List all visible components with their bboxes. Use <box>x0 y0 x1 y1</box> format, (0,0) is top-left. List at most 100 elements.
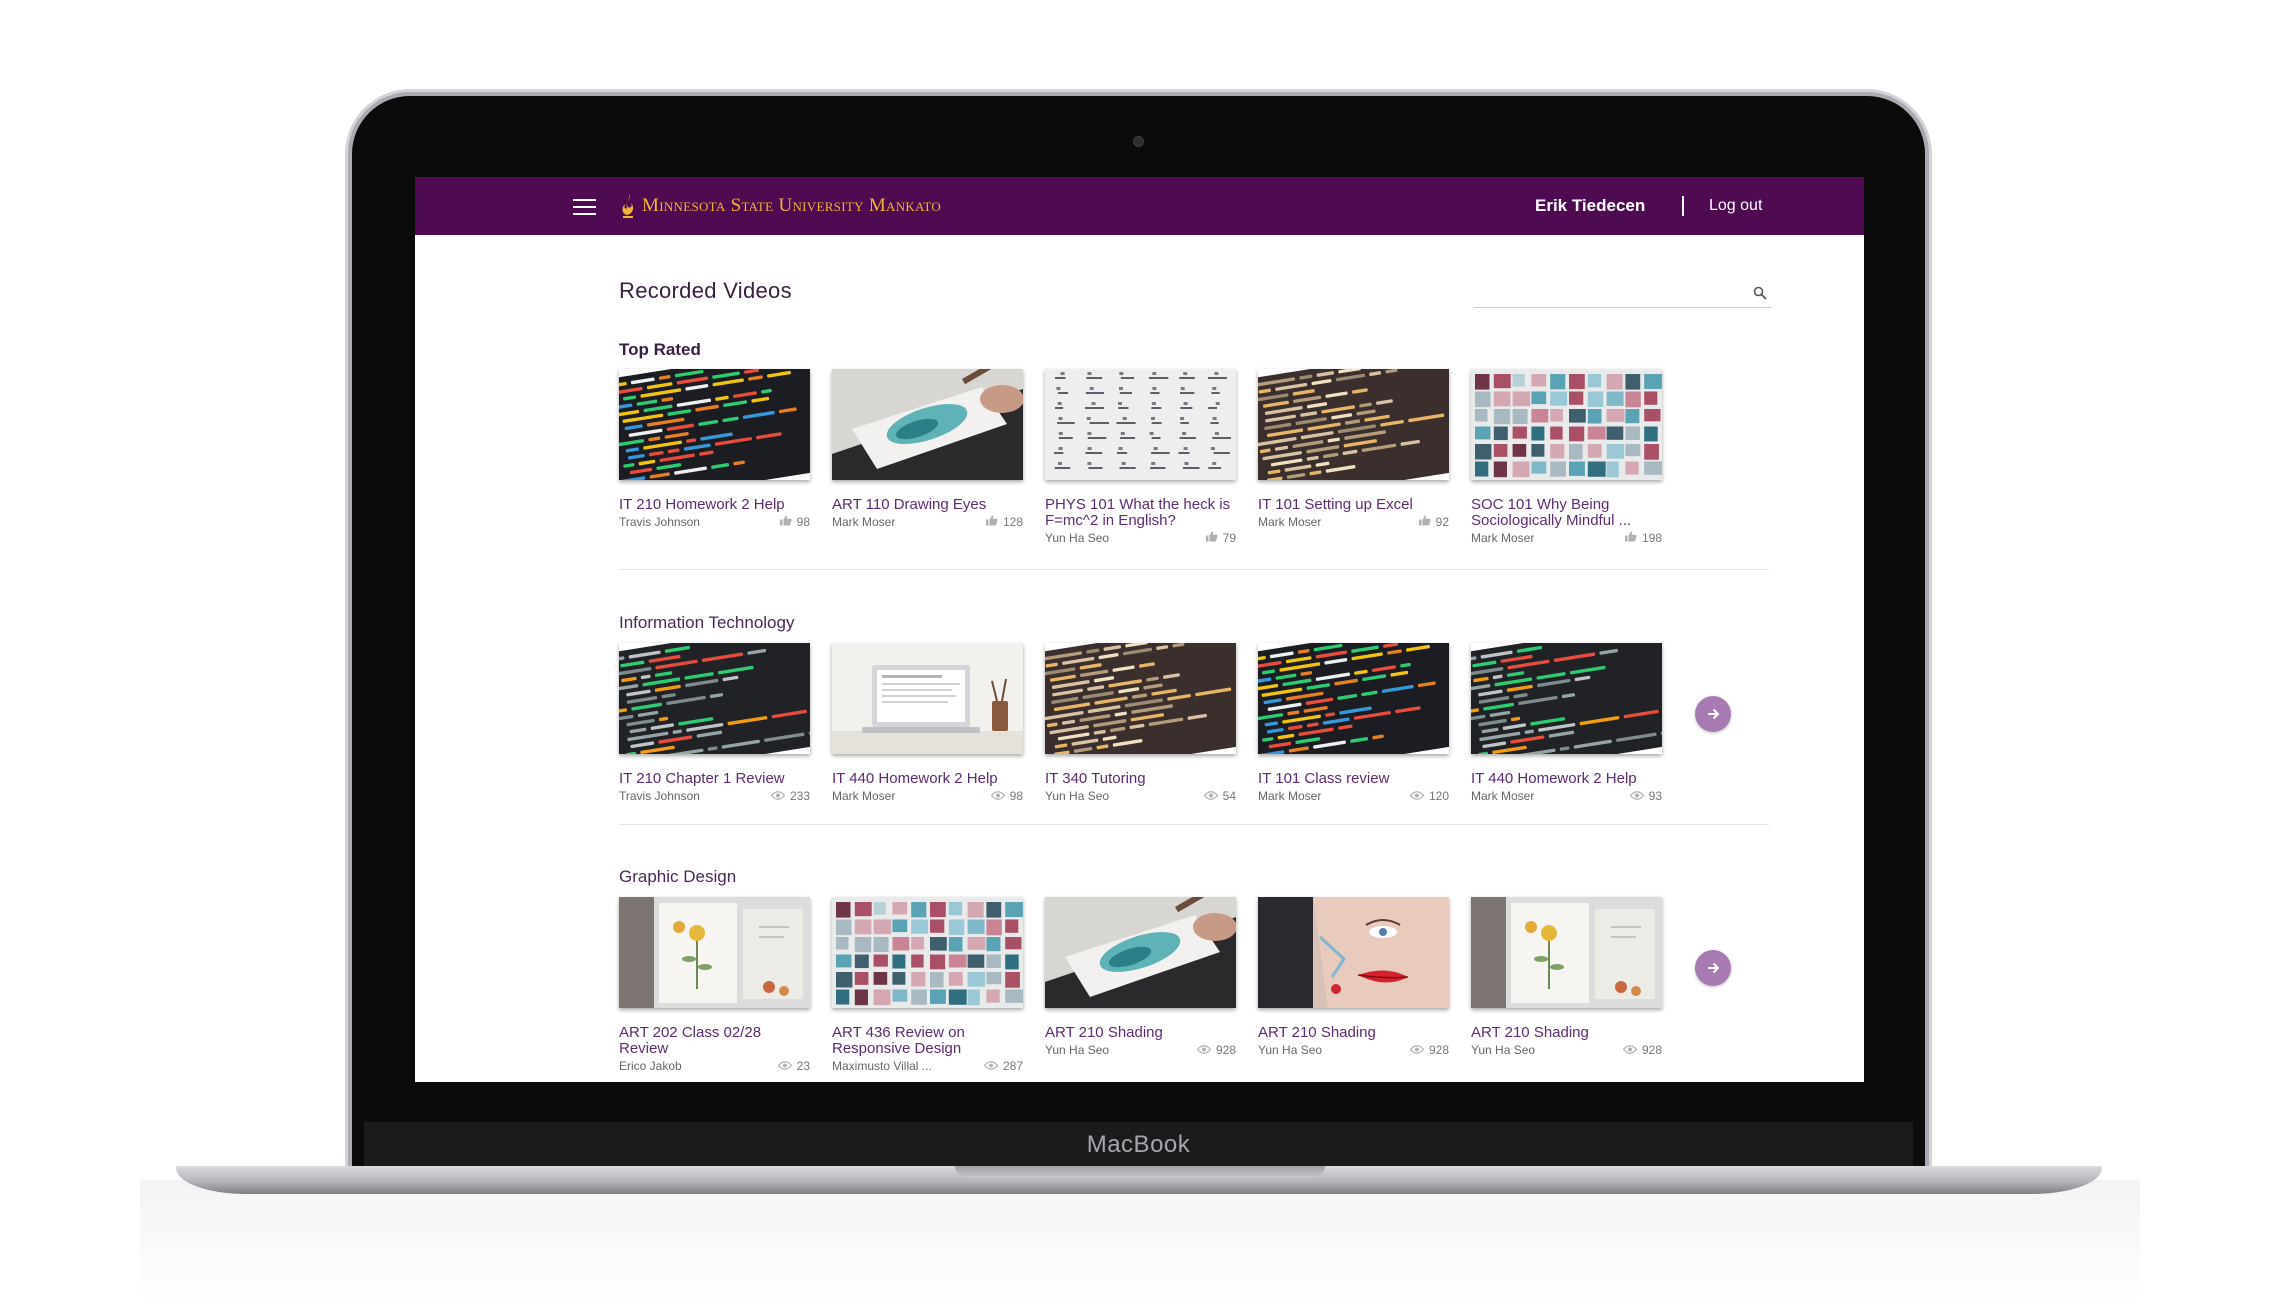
thumbnail-image <box>1258 369 1449 480</box>
video-count: 233 <box>770 789 810 803</box>
video-author: Yun Ha Seo <box>1258 1043 1323 1057</box>
hamburger-menu-icon[interactable] <box>573 199 596 215</box>
top-navigation-bar: Minnesota State University Mankato Erik … <box>415 177 1864 235</box>
video-count: 928 <box>1196 1043 1236 1057</box>
video-count: 928 <box>1622 1043 1662 1057</box>
video-thumbnail[interactable] <box>832 643 1023 754</box>
video-card[interactable]: ART 210 Shading Yun Ha Seo 928 <box>1471 897 1662 1073</box>
video-meta: Yun Ha Seo 928 <box>1471 1043 1662 1057</box>
video-author: Yun Ha Seo <box>1045 1043 1110 1057</box>
thumbs-up-icon <box>1418 515 1436 529</box>
video-card[interactable]: ART 436 Review on Responsive Design Maxi… <box>832 897 1023 1073</box>
video-author: Erico Jakob <box>619 1059 682 1073</box>
video-meta: Yun Ha Seo 928 <box>1045 1043 1236 1057</box>
video-author: Mark Moser <box>1258 515 1322 529</box>
video-thumbnail[interactable] <box>832 369 1023 480</box>
eye-icon <box>1409 1043 1429 1057</box>
search-input[interactable] <box>1474 279 1742 305</box>
video-title[interactable]: PHYS 101 What the heck is F=mc^2 in Engl… <box>1045 497 1236 529</box>
video-title[interactable]: IT 101 Class review <box>1258 771 1449 787</box>
next-arrow-button[interactable] <box>1695 696 1731 732</box>
header-divider <box>1682 196 1684 216</box>
video-title[interactable]: ART 210 Shading <box>1045 1025 1236 1041</box>
video-thumbnail[interactable] <box>1045 897 1236 1008</box>
thumbs-up-icon <box>1624 531 1642 545</box>
count-value: 93 <box>1648 789 1662 803</box>
section-top-rated: Top Rated <box>619 340 1769 360</box>
thumbnail-image <box>832 643 1023 754</box>
next-arrow-button[interactable] <box>1695 950 1731 986</box>
video-thumbnail[interactable] <box>1045 369 1236 480</box>
video-meta: Travis Johnson 98 <box>619 515 810 529</box>
laptop-chin: MacBook <box>364 1122 1913 1168</box>
video-thumbnail[interactable] <box>619 643 810 754</box>
video-thumbnail[interactable] <box>1471 369 1662 480</box>
arrow-right-icon <box>1708 708 1720 720</box>
video-title[interactable]: SOC 101 Why Being Sociologically Mindful… <box>1471 497 1662 529</box>
video-author: Travis Johnson <box>619 789 700 803</box>
arrow-right-icon <box>1708 962 1720 974</box>
video-thumbnail[interactable] <box>1471 643 1662 754</box>
video-thumbnail[interactable] <box>1258 643 1449 754</box>
app-screen: Minnesota State University Mankato Erik … <box>415 177 1864 1082</box>
video-card[interactable]: IT 440 Homework 2 Help Mark Moser 98 <box>832 643 1023 803</box>
video-title[interactable]: IT 101 Setting up Excel <box>1258 497 1449 513</box>
thumbnail-image <box>832 897 1023 1008</box>
count-value: 92 <box>1435 515 1449 529</box>
video-title[interactable]: IT 210 Homework 2 Help <box>619 497 810 513</box>
video-title[interactable]: IT 440 Homework 2 Help <box>832 771 1023 787</box>
video-author: Travis Johnson <box>619 515 700 529</box>
logout-link[interactable]: Log out <box>1709 197 1762 215</box>
video-card[interactable]: IT 440 Homework 2 Help Mark Moser 93 <box>1471 643 1662 803</box>
video-thumbnail[interactable] <box>1045 643 1236 754</box>
video-meta: Mark Moser 120 <box>1258 789 1449 803</box>
search-icon[interactable] <box>1753 286 1767 300</box>
thumbs-up-icon <box>985 515 1003 529</box>
video-author: Yun Ha Seo <box>1045 531 1110 545</box>
video-card[interactable]: PHYS 101 What the heck is F=mc^2 in Engl… <box>1045 369 1236 545</box>
video-meta: Maximusto Villal ... 287 <box>832 1059 1023 1073</box>
eye-icon <box>1629 789 1649 803</box>
video-card[interactable]: ART 210 Shading Yun Ha Seo 928 <box>1045 897 1236 1073</box>
video-thumbnail[interactable] <box>619 897 810 1008</box>
count-value: 128 <box>1002 515 1023 529</box>
count-value: 23 <box>796 1059 810 1073</box>
video-thumbnail[interactable] <box>1471 897 1662 1008</box>
user-name[interactable]: Erik Tiedecen <box>1535 196 1645 216</box>
video-card[interactable]: IT 210 Homework 2 Help Travis Johnson 98 <box>619 369 810 545</box>
video-count: 98 <box>779 515 810 529</box>
thumbnail-image <box>619 897 810 1008</box>
video-title[interactable]: ART 110 Drawing Eyes <box>832 497 1023 513</box>
video-card[interactable]: SOC 101 Why Being Sociologically Mindful… <box>1471 369 1662 545</box>
video-title[interactable]: ART 436 Review on Responsive Design <box>832 1025 1023 1057</box>
video-thumbnail[interactable] <box>832 897 1023 1008</box>
eye-icon <box>1622 1043 1642 1057</box>
eye-icon <box>770 789 790 803</box>
video-title[interactable]: IT 210 Chapter 1 Review <box>619 771 810 787</box>
video-card[interactable]: IT 101 Class review Mark Moser 120 <box>1258 643 1449 803</box>
video-title[interactable]: IT 340 Tutoring <box>1045 771 1236 787</box>
video-card[interactable]: ART 210 Shading Yun Ha Seo 928 <box>1258 897 1449 1073</box>
video-card[interactable]: IT 210 Chapter 1 Review Travis Johnson 2… <box>619 643 810 803</box>
eye-icon <box>990 789 1010 803</box>
video-thumbnail[interactable] <box>619 369 810 480</box>
video-card[interactable]: IT 101 Setting up Excel Mark Moser 92 <box>1258 369 1449 545</box>
university-logo[interactable]: Minnesota State University Mankato <box>620 193 941 219</box>
video-card[interactable]: ART 110 Drawing Eyes Mark Moser 128 <box>832 369 1023 545</box>
video-meta: Yun Ha Seo 928 <box>1258 1043 1449 1057</box>
eye-icon <box>983 1059 1003 1073</box>
video-meta: Travis Johnson 233 <box>619 789 810 803</box>
video-title[interactable]: ART 202 Class 02/28 Review <box>619 1025 810 1057</box>
video-thumbnail[interactable] <box>1258 897 1449 1008</box>
video-card[interactable]: ART 202 Class 02/28 Review Erico Jakob 2… <box>619 897 810 1073</box>
video-thumbnail[interactable] <box>1258 369 1449 480</box>
video-title[interactable]: IT 440 Homework 2 Help <box>1471 771 1662 787</box>
video-meta: Yun Ha Seo 79 <box>1045 531 1236 545</box>
count-value: 928 <box>1641 1043 1662 1057</box>
video-title[interactable]: ART 210 Shading <box>1258 1025 1449 1041</box>
eye-icon <box>1203 789 1223 803</box>
video-card[interactable]: IT 340 Tutoring Yun Ha Seo 54 <box>1045 643 1236 803</box>
video-title[interactable]: ART 210 Shading <box>1471 1025 1662 1041</box>
count-value: 79 <box>1222 531 1236 545</box>
floor-shadow <box>140 1180 2140 1304</box>
